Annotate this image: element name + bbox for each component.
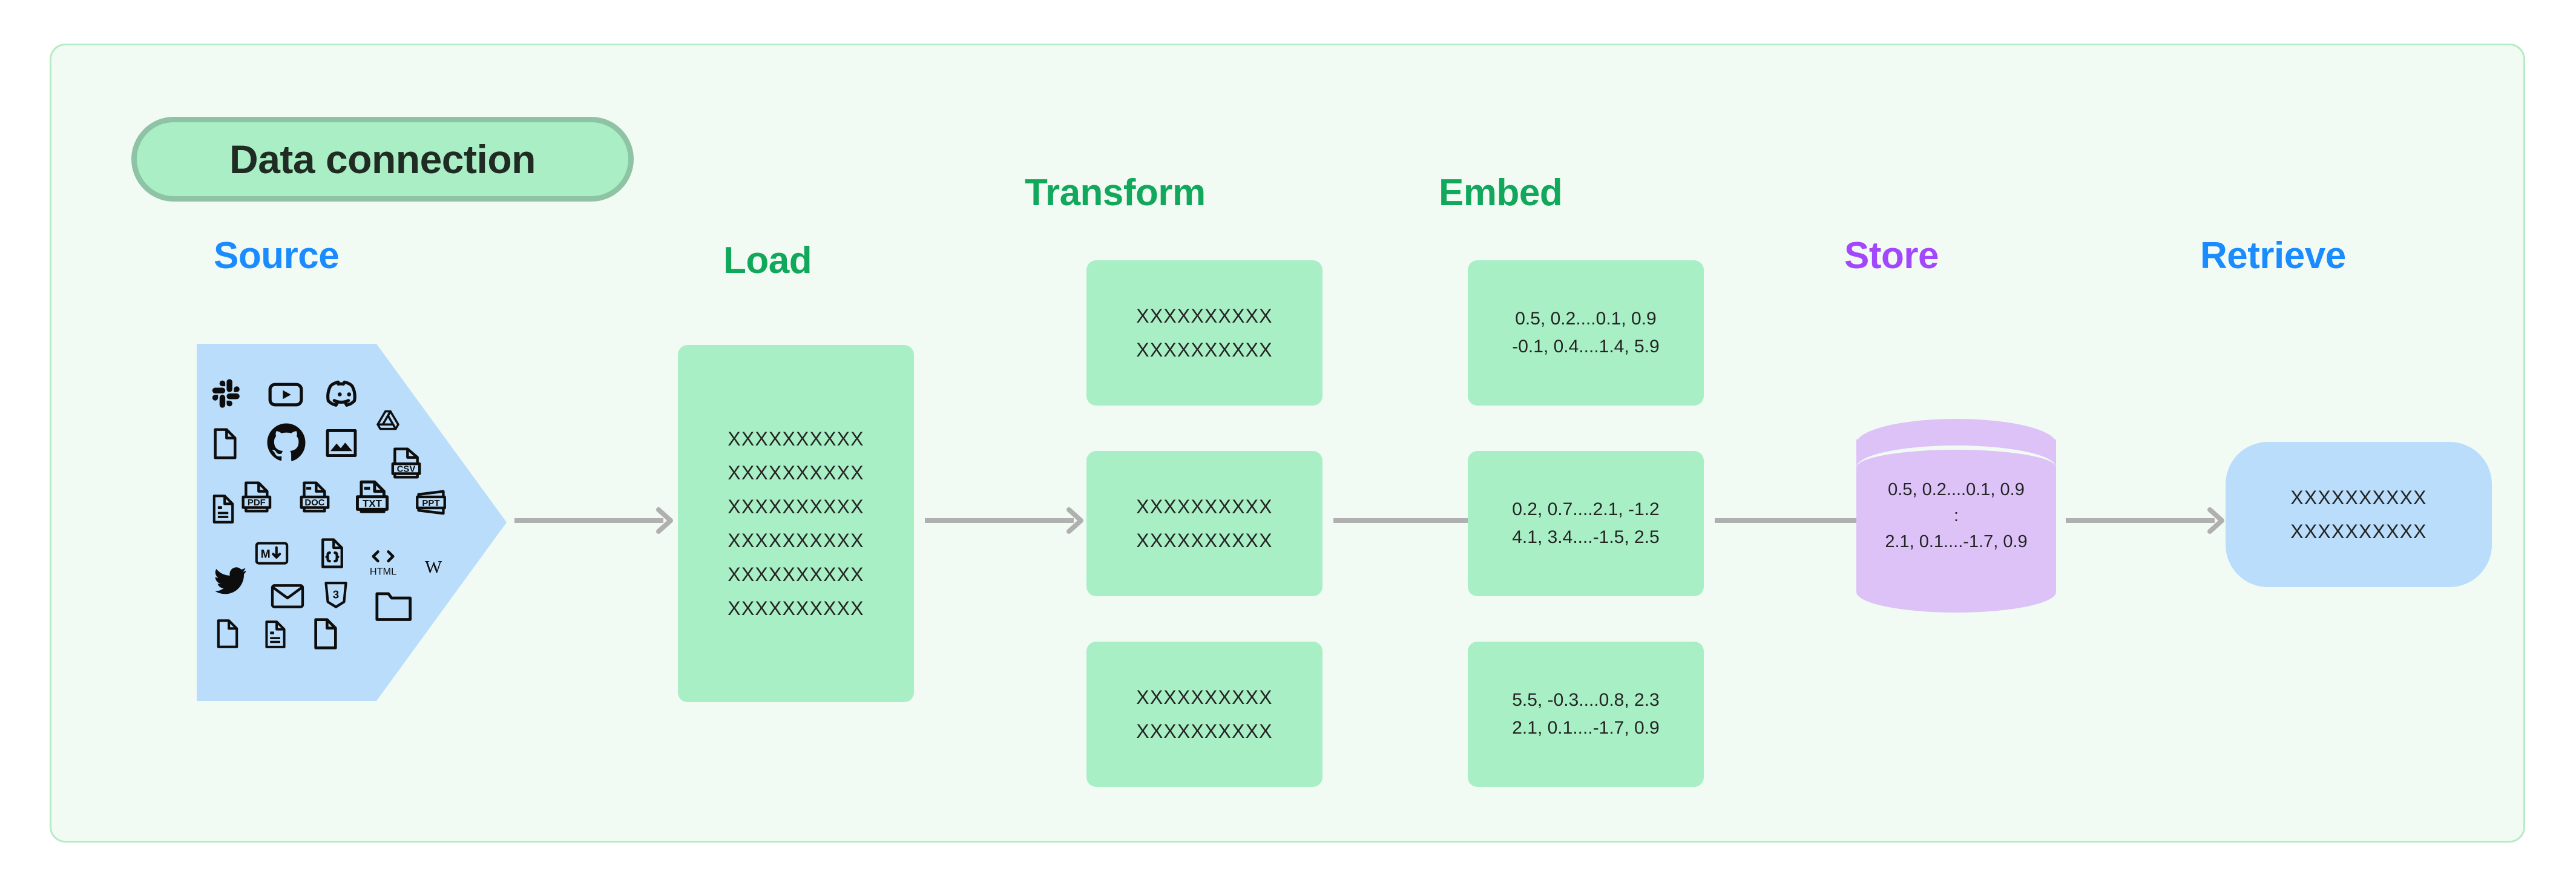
- data-connection-title-pill: Data connection: [131, 117, 634, 202]
- wikipedia-icon: W: [419, 554, 447, 579]
- load-line: XXXXXXXXXX: [728, 428, 864, 450]
- svg-text:PPT: PPT: [422, 498, 439, 508]
- store-text: 0.5, 0.2....0.1, 0.9 : 2.1, 0.1....-1.7,…: [1856, 419, 2056, 613]
- arrow-store-to-retrieve: [2066, 502, 2226, 539]
- discord-icon: [325, 375, 364, 413]
- arrow-source-to-load: [514, 502, 675, 539]
- transform-line: XXXXXXXXXX: [1136, 305, 1273, 327]
- store-line: 2.1, 0.1....-1.7, 0.9: [1885, 531, 2028, 551]
- svg-text:DOC: DOC: [304, 498, 324, 508]
- transform-line: XXXXXXXXXX: [1136, 496, 1273, 518]
- svg-text:PDF: PDF: [248, 498, 266, 508]
- css3-icon: 3: [323, 580, 349, 611]
- store-line: :: [1953, 505, 1959, 525]
- transform-box: XXXXXXXXXX XXXXXXXXXX: [1086, 642, 1322, 787]
- load-line: XXXXXXXXXX: [728, 530, 864, 551]
- transform-line: XXXXXXXXXX: [1136, 720, 1273, 742]
- load-line: XXXXXXXXXX: [728, 462, 864, 484]
- heading-load: Load: [723, 240, 812, 281]
- html-icon: HTML: [365, 547, 401, 578]
- load-box: XXXXXXXXXX XXXXXXXXXX XXXXXXXXXX XXXXXXX…: [678, 345, 914, 702]
- doc-file-icon: DOC: [297, 480, 332, 514]
- arrow-load-to-transform: [925, 502, 1085, 539]
- heading-transform: Transform: [1025, 172, 1206, 214]
- svg-text:M: M: [261, 548, 271, 561]
- embed-line: 0.5, 0.2....0.1, 0.9: [1515, 309, 1657, 329]
- heading-retrieve: Retrieve: [2200, 235, 2346, 277]
- transform-line: XXXXXXXXXX: [1136, 339, 1273, 361]
- document-lines-2-icon: [262, 619, 289, 649]
- load-line: XXXXXXXXXX: [728, 597, 864, 619]
- embed-line: 0.2, 0.7....2.1, -1.2: [1512, 499, 1660, 519]
- embed-box: 5.5, -0.3....0.8, 2.3 2.1, 0.1....-1.7, …: [1468, 642, 1704, 787]
- file-blank-3-icon: [310, 617, 341, 651]
- retrieve-box: XXXXXXXXXX XXXXXXXXXX: [2226, 442, 2492, 587]
- file-blank-icon: [210, 427, 240, 461]
- transform-line: XXXXXXXXXX: [1136, 686, 1273, 708]
- retrieve-line: XXXXXXXXXX: [2290, 487, 2427, 508]
- csv-file-icon: CSV: [390, 446, 422, 480]
- folder-icon: [375, 590, 412, 622]
- load-line: XXXXXXXXXX: [728, 496, 864, 518]
- youtube-icon: [267, 376, 304, 413]
- email-icon: [271, 583, 304, 610]
- svg-text:CSV: CSV: [397, 464, 416, 475]
- heading-store: Store: [1844, 235, 1939, 277]
- heading-embed: Embed: [1439, 172, 1563, 214]
- txt-file-icon: TXT: [353, 479, 392, 516]
- github-icon: [264, 421, 308, 464]
- transform-box: XXXXXXXXXX XXXXXXXXXX: [1086, 451, 1322, 596]
- embed-box: 0.5, 0.2....0.1, 0.9 -0.1, 0.4....1.4, 5…: [1468, 260, 1704, 406]
- store-cylinder: 0.5, 0.2....0.1, 0.9 : 2.1, 0.1....-1.7,…: [1856, 419, 2056, 613]
- markdown-icon: M: [255, 541, 289, 566]
- embed-box: 0.2, 0.7....2.1, -1.2 4.1, 3.4....-1.5, …: [1468, 451, 1704, 596]
- load-line: XXXXXXXXXX: [728, 564, 864, 585]
- ppt-file-icon: PPT: [413, 487, 448, 518]
- document-lines-icon: [210, 493, 237, 525]
- svg-text:3: 3: [333, 588, 339, 600]
- json-file-icon: [318, 537, 347, 570]
- embed-line: 2.1, 0.1....-1.7, 0.9: [1512, 718, 1660, 738]
- svg-text:TXT: TXT: [363, 498, 383, 510]
- file-blank-2-icon: [214, 618, 242, 649]
- slack-icon: [211, 377, 244, 410]
- embed-line: -0.1, 0.4....1.4, 5.9: [1512, 337, 1660, 357]
- store-line: 0.5, 0.2....0.1, 0.9: [1888, 479, 2025, 499]
- twitter-icon: [212, 566, 249, 597]
- svg-text:W: W: [425, 557, 442, 577]
- image-icon: [324, 426, 359, 461]
- transform-line: XXXXXXXXXX: [1136, 530, 1273, 551]
- svg-text:HTML: HTML: [370, 566, 396, 577]
- pdf-file-icon: PDF: [239, 480, 275, 514]
- arrow-embed-to-store: [1715, 502, 1875, 539]
- google-drive-icon: [375, 407, 402, 434]
- embed-line: 5.5, -0.3....0.8, 2.3: [1512, 690, 1660, 710]
- retrieve-line: XXXXXXXXXX: [2290, 521, 2427, 542]
- page-title: Data connection: [229, 137, 536, 182]
- diagram-canvas: Data connection Source Load Transform Em…: [50, 44, 2525, 843]
- transform-box: XXXXXXXXXX XXXXXXXXXX: [1086, 260, 1322, 406]
- heading-source: Source: [214, 235, 340, 277]
- embed-line: 4.1, 3.4....-1.5, 2.5: [1512, 527, 1660, 547]
